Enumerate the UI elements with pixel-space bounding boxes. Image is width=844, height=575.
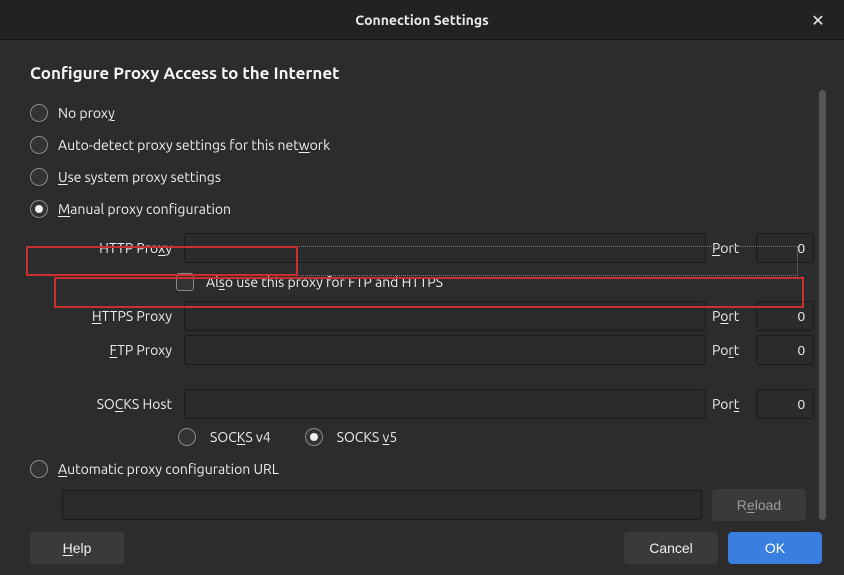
socks-v5-radio[interactable]: [305, 428, 323, 446]
section-heading: Configure Proxy Access to the Internet: [30, 64, 814, 83]
https-proxy-row: HTTPS Proxy Port: [58, 299, 814, 333]
help-button[interactable]: Help: [30, 532, 124, 564]
proxy-mode-manual[interactable]: Manual proxy configuration: [30, 193, 814, 225]
checkbox-label: Also use this proxy for FTP and HTTPS: [206, 274, 443, 290]
radio-label: Use system proxy settings: [58, 169, 221, 185]
http-proxy-port-input[interactable]: [756, 233, 814, 263]
socks-host-label: SOCKS Host: [58, 396, 178, 412]
ftp-proxy-host-input[interactable]: [184, 335, 706, 365]
radio-icon[interactable]: [30, 168, 48, 186]
https-proxy-host-input[interactable]: [184, 301, 706, 331]
ftp-proxy-port-input[interactable]: [756, 335, 814, 365]
dialog-button-bar: Help Cancel OK: [0, 521, 844, 575]
cancel-button[interactable]: Cancel: [624, 532, 718, 564]
http-proxy-host-input[interactable]: [184, 233, 706, 263]
http-proxy-label: HTTP Proxy: [58, 240, 178, 256]
socks-version-row: SOCKS v4 SOCKS v5: [58, 421, 814, 453]
dialog-content: Configure Proxy Access to the Internet N…: [0, 40, 844, 521]
https-proxy-label: HTTPS Proxy: [58, 308, 178, 324]
ftp-proxy-port-label: Port: [712, 342, 750, 358]
http-proxy-port-label: Port: [712, 240, 750, 256]
socks-host-row: SOCKS Host Port: [58, 387, 814, 421]
https-proxy-port-input[interactable]: [756, 301, 814, 331]
radio-label: Automatic proxy configuration URL: [58, 461, 279, 477]
close-icon[interactable]: ✕: [804, 0, 832, 40]
proxy-mode-auto-detect[interactable]: Auto-detect proxy settings for this netw…: [30, 129, 814, 161]
manual-proxy-fields: HTTP Proxy Port Also use this proxy for …: [30, 231, 814, 453]
auto-config-url-row: Reload: [30, 489, 814, 521]
ftp-proxy-label: FTP Proxy: [58, 342, 178, 358]
reload-button[interactable]: Reload: [712, 489, 806, 521]
proxy-mode-no-proxy[interactable]: No proxy: [30, 97, 814, 129]
socks-port-input[interactable]: [756, 389, 814, 419]
socks-v4-radio[interactable]: [178, 428, 196, 446]
radio-label: Manual proxy configuration: [58, 201, 231, 217]
proxy-mode-system[interactable]: Use system proxy settings: [30, 161, 814, 193]
window-title: Connection Settings: [355, 12, 488, 28]
radio-icon[interactable]: [30, 200, 48, 218]
radio-icon[interactable]: [30, 460, 48, 478]
radio-icon[interactable]: [30, 104, 48, 122]
socks-port-label: Port: [712, 396, 750, 412]
https-proxy-port-label: Port: [712, 308, 750, 324]
proxy-mode-auto-url[interactable]: Automatic proxy configuration URL: [30, 453, 814, 485]
titlebar: Connection Settings ✕: [0, 0, 844, 40]
http-proxy-row: HTTP Proxy Port: [58, 231, 814, 265]
socks-v4-label: SOCKS v4: [210, 429, 271, 445]
ftp-proxy-row: FTP Proxy Port: [58, 333, 814, 367]
ok-button[interactable]: OK: [728, 532, 822, 564]
also-use-proxy-row[interactable]: Also use this proxy for FTP and HTTPS: [58, 265, 814, 299]
auto-config-url-input: [62, 490, 702, 520]
socks-host-input[interactable]: [184, 389, 706, 419]
radio-icon[interactable]: [30, 136, 48, 154]
checkbox-icon[interactable]: [176, 273, 194, 291]
socks-v5-label: SOCKS v5: [337, 429, 398, 445]
vertical-scrollbar[interactable]: [819, 90, 826, 520]
radio-label: Auto-detect proxy settings for this netw…: [58, 137, 330, 153]
connection-settings-dialog: Connection Settings ✕ Configure Proxy Ac…: [0, 0, 844, 575]
radio-label: No proxy: [58, 105, 115, 121]
